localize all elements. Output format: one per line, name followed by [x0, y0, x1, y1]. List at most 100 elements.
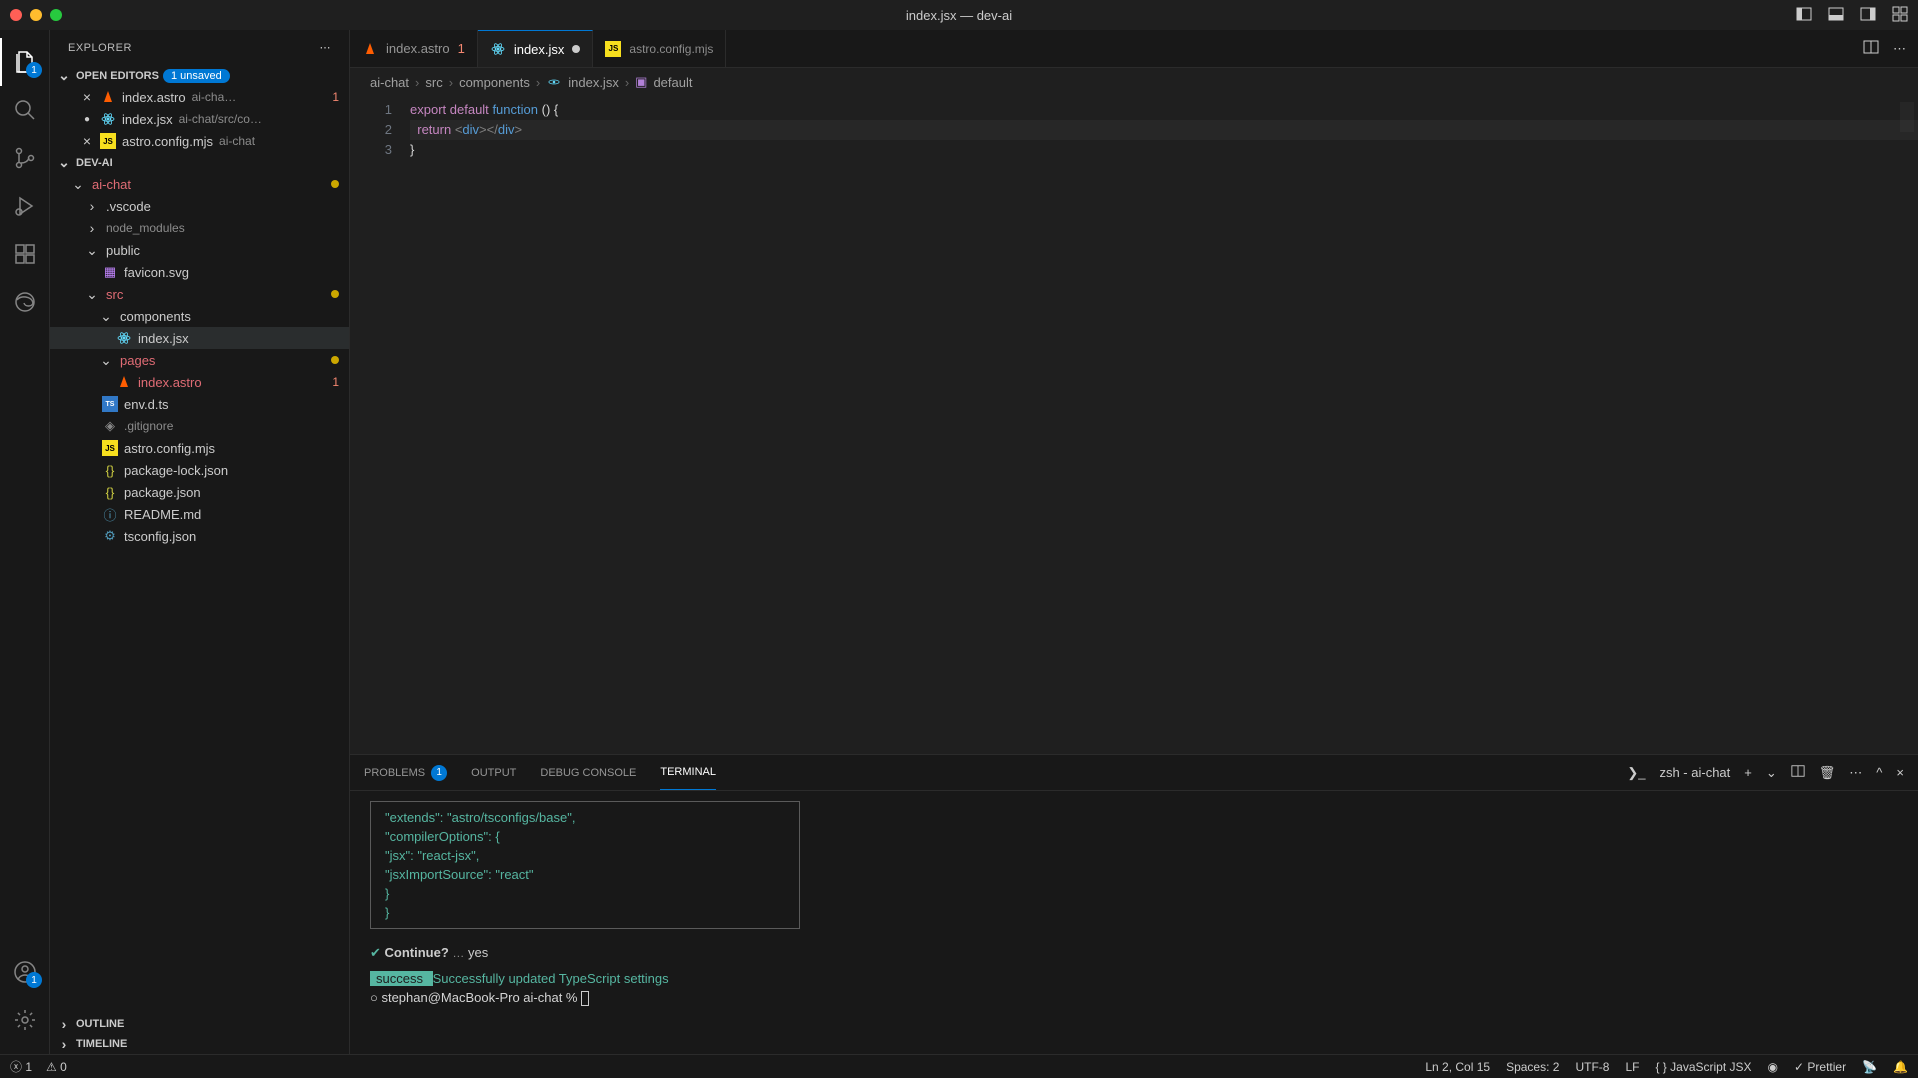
file-readme[interactable]: ⓘREADME.md [50, 503, 349, 525]
chevron-down-icon: ⌄ [98, 352, 114, 369]
terminal-line: success Successfully updated TypeScript … [370, 969, 1898, 988]
project-header[interactable]: ⌄ DEV-AI [50, 152, 349, 173]
kill-terminal-icon[interactable]: 🗑 [1819, 765, 1836, 781]
window-close[interactable] [10, 9, 22, 21]
window-maximize[interactable] [50, 9, 62, 21]
terminal-shell-icon[interactable]: ❯_ [1627, 765, 1645, 781]
code-editor[interactable]: 1 2 3 export default function () { retur… [350, 96, 1918, 754]
status-warnings[interactable]: ⚠ 0 [46, 1060, 67, 1074]
file-index-astro[interactable]: index.astro1 [50, 371, 349, 393]
panel-tab-terminal[interactable]: TERMINAL [660, 755, 716, 790]
activity-debug[interactable] [0, 182, 50, 230]
activity-explorer[interactable]: 1 [0, 38, 50, 86]
file-gitignore[interactable]: ◈.gitignore [50, 415, 349, 437]
panel-tab-problems[interactable]: PROBLEMS1 [364, 755, 447, 790]
status-notifications-icon[interactable]: 🔔 [1893, 1060, 1908, 1074]
open-editor-item[interactable]: × JS astro.config.mjs ai-chat [50, 130, 349, 152]
window-minimize[interactable] [30, 9, 42, 21]
activity-source-control[interactable] [0, 134, 50, 182]
symbol-icon: ▣ [635, 74, 647, 90]
modified-dot-icon: ● [80, 114, 94, 125]
terminal-dropdown-icon[interactable]: ⌄ [1766, 765, 1777, 781]
layout-sidebar-icon[interactable] [1796, 6, 1812, 25]
more-icon[interactable]: ⋯ [1849, 765, 1862, 781]
terminal-content[interactable]: "extends": "astro/tsconfigs/base", "comp… [350, 791, 1918, 1054]
maximize-panel-icon[interactable]: ^ [1876, 765, 1882, 780]
activity-search[interactable] [0, 86, 50, 134]
folder-vscode[interactable]: ›.vscode [50, 195, 349, 217]
status-eol[interactable]: LF [1625, 1060, 1639, 1074]
file-env[interactable]: TSenv.d.ts [50, 393, 349, 415]
breadcrumbs[interactable]: ai-chat› src› components› index.jsx› ▣ d… [350, 68, 1918, 96]
panel-tab-debug[interactable]: DEBUG CONSOLE [540, 755, 636, 790]
tab-astro-config[interactable]: JS astro.config.mjs [593, 30, 726, 67]
customize-layout-icon[interactable] [1892, 6, 1908, 25]
folder-public[interactable]: ⌄public [50, 239, 349, 261]
folder-components[interactable]: ⌄components [50, 305, 349, 327]
status-indentation[interactable]: Spaces: 2 [1506, 1060, 1559, 1074]
terminal-line: } [385, 886, 389, 901]
tsconfig-icon: ⚙ [102, 528, 118, 544]
activity-settings[interactable] [0, 996, 50, 1044]
file-path-hint: ai-chat [219, 134, 255, 148]
new-terminal-icon[interactable]: + [1744, 765, 1752, 780]
file-tsconfig[interactable]: ⚙tsconfig.json [50, 525, 349, 547]
terminal-shell-label[interactable]: zsh - ai-chat [1659, 765, 1730, 780]
status-cursor-position[interactable]: Ln 2, Col 15 [1425, 1060, 1490, 1074]
close-icon[interactable]: × [80, 89, 94, 105]
line-number: 1 [350, 100, 392, 120]
breadcrumb-item[interactable]: src [425, 75, 442, 90]
file-favicon[interactable]: ▦favicon.svg [50, 261, 349, 283]
status-errors[interactable]: ⓧ 1 [10, 1058, 32, 1075]
file-package-lock[interactable]: {}package-lock.json [50, 459, 349, 481]
close-icon[interactable]: × [80, 133, 94, 149]
status-feedback-icon[interactable]: 📡 [1862, 1060, 1877, 1074]
folder-src[interactable]: ⌄src [50, 283, 349, 305]
statusbar: ⓧ 1 ⚠ 0 Ln 2, Col 15 Spaces: 2 UTF-8 LF … [0, 1054, 1918, 1078]
react-icon [490, 41, 506, 57]
file-package[interactable]: {}package.json [50, 481, 349, 503]
open-editor-item[interactable]: × index.astro ai-cha… 1 [50, 86, 349, 108]
status-prettier[interactable]: ✓ Prettier [1794, 1060, 1846, 1074]
layout-panel-icon[interactable] [1828, 6, 1844, 25]
file-name: env.d.ts [124, 397, 339, 412]
react-icon [116, 330, 132, 346]
tab-index-jsx[interactable]: index.jsx [478, 30, 594, 67]
tab-label: TERMINAL [660, 766, 716, 778]
explorer-more-icon[interactable]: ⋯ [320, 41, 332, 54]
breadcrumb-item[interactable]: ai-chat [370, 75, 409, 90]
timeline-header[interactable]: ›TIMELINE [50, 1034, 349, 1054]
activity-accounts[interactable]: 1 [0, 948, 50, 996]
status-language[interactable]: { } JavaScript JSX [1655, 1060, 1751, 1074]
breadcrumb-item[interactable]: default [653, 75, 692, 90]
code-content[interactable]: export default function () { return <div… [410, 96, 1918, 754]
layout-sidebar-right-icon[interactable] [1860, 6, 1876, 25]
panel-tab-output[interactable]: OUTPUT [471, 755, 516, 790]
minimap[interactable] [1900, 102, 1914, 132]
activity-edge[interactable] [0, 278, 50, 326]
folder-pages[interactable]: ⌄pages [50, 349, 349, 371]
tab-index-astro[interactable]: index.astro 1 [350, 30, 478, 67]
git-modified-dot [331, 180, 339, 188]
activity-extensions[interactable] [0, 230, 50, 278]
open-editors-header[interactable]: ⌄ OPEN EDITORS 1 unsaved [50, 65, 349, 86]
more-actions-icon[interactable]: ⋯ [1893, 41, 1906, 57]
split-editor-icon[interactable] [1863, 39, 1879, 58]
chevron-right-icon: › [84, 198, 100, 214]
breadcrumb-item[interactable]: index.jsx [568, 75, 619, 90]
split-terminal-icon[interactable] [1791, 764, 1805, 781]
close-panel-icon[interactable]: × [1896, 765, 1904, 780]
folder-ai-chat[interactable]: ⌄ai-chat [50, 173, 349, 195]
file-index-jsx[interactable]: index.jsx [50, 327, 349, 349]
breadcrumb-item[interactable]: components [459, 75, 530, 90]
js-icon: JS [102, 440, 118, 456]
js-icon: JS [605, 41, 621, 57]
status-tweet-icon[interactable]: ◉ [1768, 1060, 1778, 1074]
outline-header[interactable]: ›OUTLINE [50, 1014, 349, 1034]
chevron-down-icon: ⌄ [56, 154, 72, 171]
folder-node-modules[interactable]: ›node_modules [50, 217, 349, 239]
file-astro-config[interactable]: JSastro.config.mjs [50, 437, 349, 459]
status-encoding[interactable]: UTF-8 [1575, 1060, 1609, 1074]
open-editor-item[interactable]: ● index.jsx ai-chat/src/co… [50, 108, 349, 130]
terminal-line: "extends": "astro/tsconfigs/base", [385, 810, 575, 825]
